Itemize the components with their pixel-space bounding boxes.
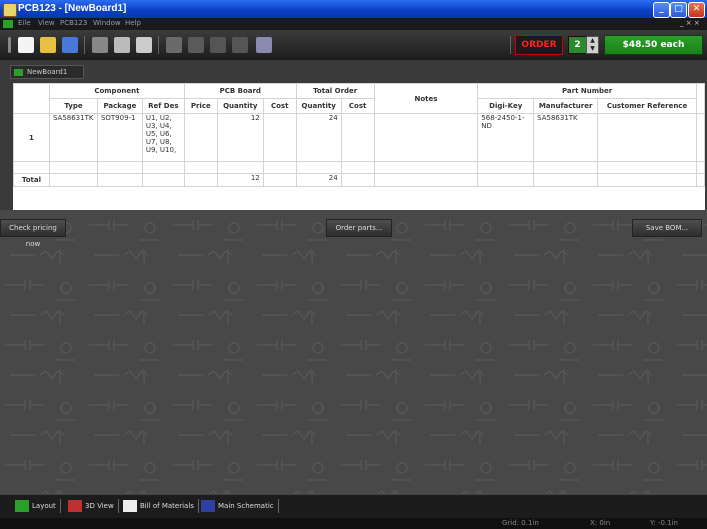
copy-icon[interactable]	[114, 37, 130, 53]
3d-view-icon	[68, 500, 82, 512]
column-header-total-cost[interactable]: Cost	[340, 98, 375, 114]
undo-icon[interactable]	[210, 37, 226, 53]
column-header-ref-des[interactable]: Ref Des	[141, 98, 185, 114]
cell-price[interactable]	[183, 113, 218, 162]
redo-icon[interactable]	[232, 37, 248, 53]
scroll-gutter	[695, 113, 706, 162]
status-bar: Grid: 0.1in X: 0in Y: -0.1in	[0, 518, 707, 529]
order-button[interactable]: ORDER	[515, 35, 563, 55]
save-icon[interactable]	[62, 37, 78, 53]
part-number-group-header: Part Number	[477, 83, 697, 99]
menu-file[interactable]: Eile	[18, 19, 31, 27]
order-parts-button[interactable]: Order parts...	[326, 219, 392, 237]
cut-icon[interactable]	[92, 37, 108, 53]
total-row: Total 12 24	[13, 173, 706, 187]
schematic-watermark	[0, 210, 707, 494]
link-icon[interactable]	[166, 37, 182, 53]
window-title: PCB123 - [NewBoard1]	[18, 3, 127, 14]
menu-pcb123[interactable]: PCB123	[60, 19, 87, 27]
mdi-controls[interactable]: _ × ×	[680, 19, 700, 27]
table-row[interactable]: 1 SA58631TK SOT909-1 U1, U2, U3, U4, U5,…	[13, 113, 706, 162]
column-header-manufacturer[interactable]: Manufacturer	[533, 98, 599, 114]
cell-type[interactable]: SA58631TK	[48, 113, 98, 162]
tab-3d-view-label: 3D View	[85, 502, 114, 510]
grip-handle	[8, 37, 11, 53]
component-group-header: Component	[48, 83, 185, 99]
toolbar-separator	[84, 36, 85, 54]
column-header-type[interactable]: Type	[48, 98, 98, 114]
table-row	[13, 161, 706, 174]
scroll-gutter	[695, 83, 706, 114]
bom-icon	[123, 500, 137, 512]
cell-manufacturer[interactable]: SA58631TK	[533, 113, 599, 162]
view-tabs: Layout 3D View Bill of Materials Main Sc…	[0, 494, 707, 519]
corner-cell	[13, 83, 50, 114]
toolbar	[0, 30, 707, 60]
menu-help[interactable]: Help	[125, 19, 141, 27]
save-bom-button[interactable]: Save BOM...	[632, 219, 702, 237]
tab-bom-label: Bill of Materials	[140, 502, 194, 510]
total-quantity: 12	[216, 173, 264, 187]
close-button[interactable]: ✕	[688, 2, 705, 18]
y-coordinate: Y: -0.1in	[650, 519, 678, 527]
column-header-price[interactable]: Price	[183, 98, 218, 114]
column-header-cost[interactable]: Cost	[262, 98, 297, 114]
cell-customer-reference[interactable]	[597, 113, 697, 162]
tab-layout-label: Layout	[32, 502, 56, 510]
column-header-digikey[interactable]: Digi-Key	[477, 98, 535, 114]
schematic-background: Check pricing now Order parts... Save BO…	[0, 210, 707, 494]
cell-digikey[interactable]: 568-2450-1-ND	[477, 113, 535, 162]
total-order-group-header: Total Order	[295, 83, 375, 99]
tab-schematic-label: Main Schematic	[218, 502, 274, 510]
cell-total-cost[interactable]	[340, 113, 375, 162]
notes-header: Notes	[373, 83, 479, 114]
pcb-board-group-header: PCB Board	[183, 83, 297, 99]
new-file-icon[interactable]	[18, 37, 34, 53]
app-icon	[3, 3, 17, 17]
x-coordinate: X: 0in	[590, 519, 611, 527]
cell-package[interactable]: SOT909-1	[96, 113, 143, 162]
quantity-spinner[interactable]: ▲ ▼	[586, 36, 599, 54]
cell-notes[interactable]	[373, 113, 479, 162]
grid-readout: Grid: 0.1in	[502, 519, 539, 527]
column-header-quantity[interactable]: Quantity	[216, 98, 264, 114]
cell-quantity[interactable]: 12	[216, 113, 264, 162]
board-icon	[14, 68, 23, 76]
column-header-customer-reference[interactable]: Customer Reference	[597, 98, 697, 114]
schematic-icon	[201, 500, 215, 512]
tab-main-schematic[interactable]: Main Schematic	[201, 499, 279, 513]
properties-icon[interactable]	[188, 37, 204, 53]
maximize-button[interactable]: □	[670, 2, 687, 18]
minimize-button[interactable]: _	[653, 2, 670, 18]
bom-table: Component PCB Board Total Order Notes Pa…	[13, 83, 706, 210]
toolbar-separator	[158, 36, 159, 54]
price-each: $48.50 each	[604, 35, 703, 55]
layout-icon	[15, 500, 29, 512]
column-header-package[interactable]: Package	[96, 98, 143, 114]
cell-total-quantity[interactable]: 24	[295, 113, 342, 162]
row-number: 1	[13, 113, 50, 162]
total-label: Total	[13, 173, 50, 187]
total-order-quantity: 24	[295, 173, 342, 187]
open-folder-icon[interactable]	[40, 37, 56, 53]
paste-icon[interactable]	[136, 37, 152, 53]
menu-window[interactable]: Window	[93, 19, 121, 27]
tab-label: NewBoard1	[27, 68, 68, 76]
tab-layout[interactable]: Layout	[15, 499, 61, 513]
hand-pointer-icon[interactable]	[256, 37, 272, 53]
title-bar: PCB123 - [NewBoard1] _ □ ✕	[0, 0, 707, 18]
tab-3d-view[interactable]: 3D View	[68, 499, 119, 513]
cell-ref-des[interactable]: U1, U2, U3, U4, U5, U6, U7, U8, U9, U10,	[141, 113, 185, 162]
menu-bar: Eile View PCB123 Window Help _ × ×	[0, 18, 707, 30]
document-icon	[3, 20, 13, 28]
cell-cost[interactable]	[262, 113, 297, 162]
tab-newboard1[interactable]: NewBoard1	[10, 65, 84, 79]
order-quantity[interactable]: 2	[568, 36, 587, 54]
menu-view[interactable]: View	[38, 19, 55, 27]
column-header-total-quantity[interactable]: Quantity	[295, 98, 342, 114]
check-pricing-button[interactable]: Check pricing now	[0, 219, 66, 248]
tab-bill-of-materials[interactable]: Bill of Materials	[123, 499, 199, 513]
toolbar-separator	[510, 36, 511, 54]
